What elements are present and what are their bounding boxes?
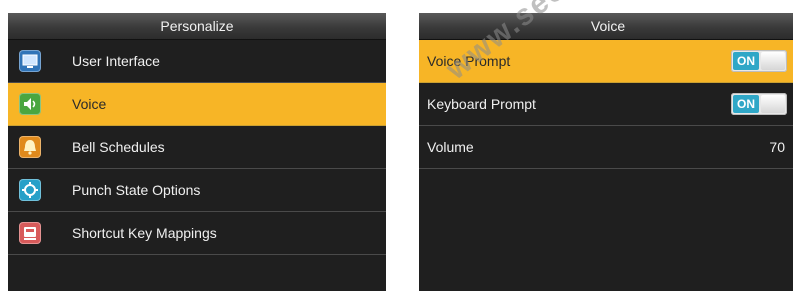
user-interface-icon <box>19 50 41 72</box>
menu-item-user-interface[interactable]: User Interface <box>8 40 386 83</box>
volume-value: 70 <box>769 139 785 155</box>
personalize-screen: Personalize User Interface Voice Bell Sc… <box>8 13 386 291</box>
menu-item-label: User Interface <box>72 53 160 69</box>
menu-item-shortcut-key-mappings[interactable]: Shortcut Key Mappings <box>8 212 386 255</box>
toggle-state: ON <box>733 52 759 70</box>
punch-state-icon <box>19 179 41 201</box>
setting-volume[interactable]: Volume 70 <box>419 126 793 169</box>
toggle-knob <box>761 95 785 113</box>
menu-item-label: Voice <box>72 96 107 112</box>
menu-item-label: Bell Schedules <box>72 139 165 155</box>
shortcut-key-icon <box>19 222 41 244</box>
menu-item-punch-state-options[interactable]: Punch State Options <box>8 169 386 212</box>
menu-item-bell-schedules[interactable]: Bell Schedules <box>8 126 386 169</box>
toggle-state: ON <box>733 95 759 113</box>
menu-item-label: Shortcut Key Mappings <box>72 225 217 241</box>
personalize-title: Personalize <box>8 13 386 40</box>
voice-icon <box>19 93 41 115</box>
setting-label: Volume <box>427 139 474 155</box>
toggle-knob <box>761 52 785 70</box>
voice-prompt-toggle[interactable]: ON <box>731 50 787 72</box>
keyboard-prompt-toggle[interactable]: ON <box>731 93 787 115</box>
menu-item-label: Punch State Options <box>72 182 201 198</box>
menu-item-voice[interactable]: Voice <box>8 83 386 126</box>
setting-keyboard-prompt[interactable]: Keyboard Prompt ON <box>419 83 793 126</box>
setting-label: Keyboard Prompt <box>427 96 536 112</box>
bell-schedules-icon <box>19 136 41 158</box>
